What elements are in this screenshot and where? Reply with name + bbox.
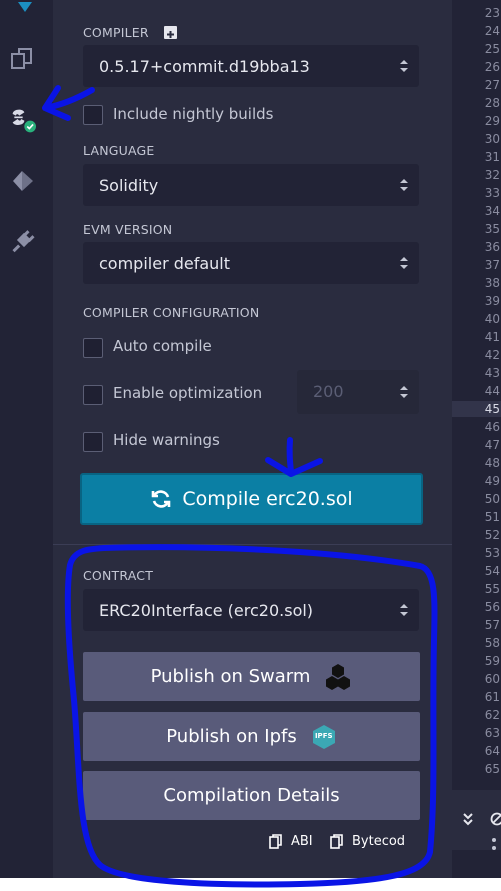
optimization-runs-input[interactable]: 200: [297, 370, 419, 414]
line-number: 37: [484, 258, 500, 272]
line-number: 47: [484, 438, 500, 452]
line-number: 45: [484, 402, 500, 416]
line-number: 63: [484, 726, 500, 740]
swarm-icon: [326, 663, 351, 690]
publish-ipfs-button[interactable]: Publish on Ipfs IPFS: [83, 712, 420, 761]
copy-abi-button[interactable]: ABI: [269, 834, 313, 849]
optimization-label: Enable optimization: [113, 384, 263, 402]
line-number: 39: [484, 294, 500, 308]
select-caret-icon: [400, 60, 408, 72]
line-number: 23: [484, 6, 500, 20]
refresh-icon: [152, 490, 171, 508]
hide-warnings-label: Hide warnings: [113, 431, 220, 449]
language-select[interactable]: Solidity: [83, 164, 419, 206]
line-number: 30: [484, 132, 500, 146]
auto-compile-checkbox[interactable]: [83, 338, 103, 358]
nightly-builds-label: Include nightly builds: [113, 105, 274, 123]
line-number: 46: [484, 420, 500, 434]
evm-version-label: EVM VERSION: [83, 222, 173, 237]
line-number: 51: [484, 510, 500, 524]
ipfs-icon: IPFS: [311, 724, 337, 750]
line-number: 28: [484, 96, 500, 110]
copy-icon: [269, 834, 282, 849]
line-number: 54: [484, 564, 500, 578]
solidity-compiler-icon[interactable]: [6, 104, 36, 134]
copy-actions: ABI Bytecod: [269, 834, 405, 852]
line-number: 27: [484, 78, 500, 92]
runs-stepper-icon[interactable]: [399, 384, 409, 400]
line-number: 52: [484, 528, 500, 542]
file-explorer-icon[interactable]: [8, 44, 38, 74]
line-number: 53: [484, 546, 500, 560]
evm-version-select[interactable]: compiler default: [83, 242, 419, 284]
publish-swarm-button[interactable]: Publish on Swarm: [83, 652, 420, 701]
remix-logo-icon[interactable]: [10, 0, 40, 24]
line-number: 64: [484, 744, 500, 758]
line-number: 34: [484, 204, 500, 218]
line-number: 55: [484, 582, 500, 596]
line-number: 62: [484, 708, 500, 722]
line-number: 33: [484, 186, 500, 200]
compiler-version-select[interactable]: 0.5.17+commit.d19bba13: [83, 45, 419, 87]
line-number: 57: [484, 618, 500, 632]
line-number: 24: [484, 24, 500, 38]
compile-button[interactable]: Compile erc20.sol: [80, 473, 423, 525]
deploy-run-icon[interactable]: [8, 166, 38, 196]
line-number: 35: [484, 222, 500, 236]
plus-square-icon[interactable]: [164, 26, 177, 39]
terminal-bar: [452, 790, 501, 850]
contract-select[interactable]: ERC20Interface (erc20.sol): [83, 589, 419, 631]
collapse-terminal-icon[interactable]: [462, 812, 474, 826]
line-number: 25: [484, 42, 500, 56]
bullet: [492, 838, 496, 842]
icon-sidebar: [0, 0, 53, 878]
copy-icon: [330, 834, 343, 849]
select-caret-icon: [400, 179, 408, 191]
line-number: 38: [484, 276, 500, 290]
line-number: 26: [484, 60, 500, 74]
compiler-config-label: COMPILER CONFIGURATION: [83, 305, 260, 320]
hide-warnings-checkbox[interactable]: [83, 432, 103, 452]
line-number: 32: [484, 168, 500, 182]
line-number: 41: [484, 330, 500, 344]
line-number: 48: [484, 456, 500, 470]
compiler-label: COMPILER: [83, 25, 149, 40]
plugin-manager-icon[interactable]: [8, 226, 38, 256]
line-number: 59: [484, 654, 500, 668]
compilation-details-button[interactable]: Compilation Details: [83, 771, 420, 820]
auto-compile-label: Auto compile: [113, 337, 212, 355]
line-number: 49: [484, 474, 500, 488]
line-number: 29: [484, 114, 500, 128]
line-number: 43: [484, 366, 500, 380]
select-caret-icon: [400, 257, 408, 269]
section-divider: [53, 544, 452, 545]
line-number: 58: [484, 636, 500, 650]
select-caret-icon: [400, 604, 408, 616]
clear-terminal-icon[interactable]: [490, 812, 501, 826]
line-number: 65: [484, 762, 500, 776]
line-number: 42: [484, 348, 500, 362]
nightly-builds-checkbox[interactable]: [83, 105, 103, 125]
copy-bytecode-button[interactable]: Bytecod: [330, 834, 405, 849]
line-number: 61: [484, 690, 500, 704]
line-number: 60: [484, 672, 500, 686]
line-number: 44: [484, 384, 500, 398]
bullet: [492, 846, 496, 850]
line-number: 50: [484, 492, 500, 506]
line-number: 40: [484, 312, 500, 326]
line-number: 36: [484, 240, 500, 254]
line-number: 56: [484, 600, 500, 614]
line-number: 31: [484, 150, 500, 164]
language-label: LANGUAGE: [83, 143, 155, 158]
optimization-checkbox[interactable]: [83, 385, 103, 405]
contract-label: CONTRACT: [83, 568, 154, 583]
